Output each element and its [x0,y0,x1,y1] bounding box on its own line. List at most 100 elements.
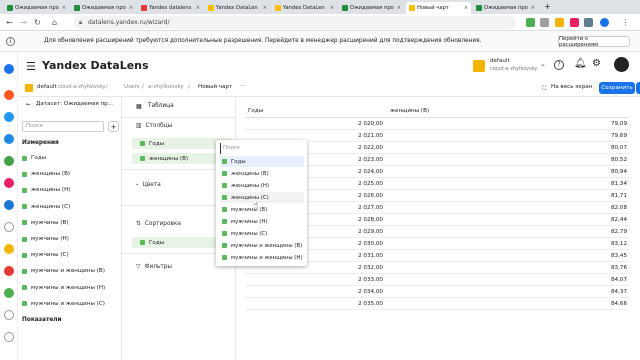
app-icon[interactable] [4,288,14,298]
new-tab-button[interactable]: + [544,2,551,11]
breadcrumb-item[interactable]: Users [124,84,140,90]
save-button[interactable]: Сохранить [599,82,635,94]
dimension-icon [22,252,27,258]
bell-icon[interactable]: 🔔︎ [574,58,587,69]
browser-tab[interactable]: Ожидаемая про × [4,2,69,14]
avatar[interactable] [614,57,629,72]
dropdown-item-label: мужчины (Н) [231,218,268,225]
help-icon[interactable]: ? [554,60,564,70]
messenger-icon[interactable] [4,112,14,122]
back-arrow-icon[interactable]: ← [26,101,31,108]
dimension-icon [222,255,227,260]
save-options-chevron-icon[interactable]: ⌄ [636,82,640,94]
close-icon[interactable]: × [62,5,66,11]
home-icon[interactable] [4,64,14,74]
dimension-icon [22,204,27,210]
dropdown-item[interactable]: женщины (С) [220,192,304,203]
dropdown-item[interactable]: мужчины (С) [220,228,304,239]
settings-icon[interactable] [4,310,14,320]
dimension-item[interactable]: мужчины и женщины (С) [22,299,105,309]
dimension-item[interactable]: мужчины (В) [22,218,69,228]
address-bar[interactable]: 🔒︎ datalens.yandex.ru/wizard/ [74,16,516,29]
fullscreen-button[interactable]: На весь экран [551,84,592,90]
dimension-item[interactable]: Годы [22,153,46,163]
chart-type-label[interactable]: Таблица [148,103,174,109]
dropdown-item[interactable]: мужчины (В) [220,204,304,215]
browser-tab[interactable]: Ожидаемая про × [339,2,404,14]
tab-favicon [342,5,348,11]
browser-menu-icon[interactable]: ⋮ [620,17,631,28]
close-icon[interactable]: × [196,5,200,11]
notice-text: Для обновления расширений требуются допо… [44,38,482,44]
divider [122,117,235,118]
add-field-button[interactable]: + [108,121,119,132]
more-actions-button[interactable]: ··· [240,83,246,90]
browser-tab[interactable]: Ожидаемая про × [473,2,538,14]
dimension-item[interactable]: мужчины и женщины (В) [22,266,105,276]
extensions-puzzle-icon[interactable] [584,18,593,27]
close-icon[interactable]: × [330,5,334,11]
dropdown-item[interactable]: Годы [220,156,304,167]
dropdown-item[interactable]: женщины (В) [220,168,304,179]
column-header[interactable]: женщины (В) [390,108,429,114]
home-icon[interactable]: ⌂ [49,17,60,28]
dimension-item[interactable]: женщины (Н) [22,185,70,195]
app-icon[interactable] [4,90,14,100]
app-icon[interactable] [4,244,14,254]
dimension-item[interactable]: мужчины (Н) [22,234,69,244]
extension-icon[interactable] [526,18,535,27]
dropdown-item[interactable]: мужчины и женщины (В) [220,240,304,251]
app-icon[interactable] [4,266,14,276]
browser-tab[interactable]: Ожидаемая про × [71,2,136,14]
close-icon[interactable]: × [263,5,267,11]
browser-tab[interactable]: Новый чарт × [406,2,471,14]
dimension-icon [22,155,27,161]
browser-tab[interactable]: Yandex DataLen × [272,2,337,14]
more-icon[interactable] [4,332,14,342]
dropdown-search-input[interactable]: Поиск [220,143,303,154]
dimension-item[interactable]: женщины (С) [22,202,70,212]
dropdown-item[interactable]: мужчины (Н) [220,216,304,227]
extension-icon[interactable] [540,18,549,27]
forward-icon[interactable]: → [18,17,29,28]
dropdown-item[interactable]: мужчины и женщины (Н) [220,252,304,263]
breadcrumb-folder[interactable]: default [37,84,57,90]
dimension-item[interactable]: мужчины и женщины (Н) [22,283,105,293]
dropdown-item[interactable]: женщины (Н) [220,180,304,191]
vk-icon[interactable] [4,134,14,144]
fullscreen-icon[interactable]: ⛶ [542,85,546,93]
extension-icon[interactable] [570,18,579,27]
column-pill-label: Годы [149,140,165,147]
dropdown-item-label: женщины (В) [231,170,269,177]
close-icon[interactable]: × [397,5,401,11]
cursor-hand-icon: ☝︎ [253,201,259,211]
go-to-extensions-button[interactable]: Перейти к расширениям [558,36,630,48]
field-picker-dropdown: Поиск Годы женщины (В) женщины (Н) женщины … [216,140,307,266]
reload-icon[interactable]: ↻ [32,17,43,28]
chevron-down-icon[interactable]: ⌄ [540,60,546,68]
close-icon[interactable]: × [129,5,133,11]
dimension-icon [22,236,27,242]
gear-icon[interactable]: ⚙ [592,58,601,69]
browser-tab[interactable]: Yandex datalens × [138,2,203,14]
filters-title: Фильтры [144,264,172,270]
dimension-label: мужчины и женщины (С) [31,300,105,307]
profile-avatar[interactable] [600,18,609,27]
clock-icon[interactable] [4,222,14,232]
browser-tab[interactable]: Yandex DataLen × [205,2,270,14]
table-cell: 81,34 [610,181,627,187]
telegram-icon[interactable] [4,200,14,210]
star-icon[interactable] [555,18,564,27]
instagram-icon[interactable] [4,178,14,188]
breadcrumb-item[interactable]: a-zhylkovsky [148,84,184,90]
close-icon[interactable]: × [464,5,468,11]
dimension-item[interactable]: мужчины (С) [22,250,69,260]
search-input[interactable]: Поиск [22,121,104,132]
close-icon[interactable]: × [531,5,535,11]
column-header[interactable]: Годы [248,108,263,114]
dataset-label[interactable]: Датасет: Ожидаемая пр... [36,101,118,107]
back-icon[interactable]: ← [4,17,15,28]
whatsapp-icon[interactable] [4,156,14,166]
dimension-item[interactable]: женщины (В) [22,169,70,179]
menu-icon[interactable]: ☰ [26,60,36,73]
